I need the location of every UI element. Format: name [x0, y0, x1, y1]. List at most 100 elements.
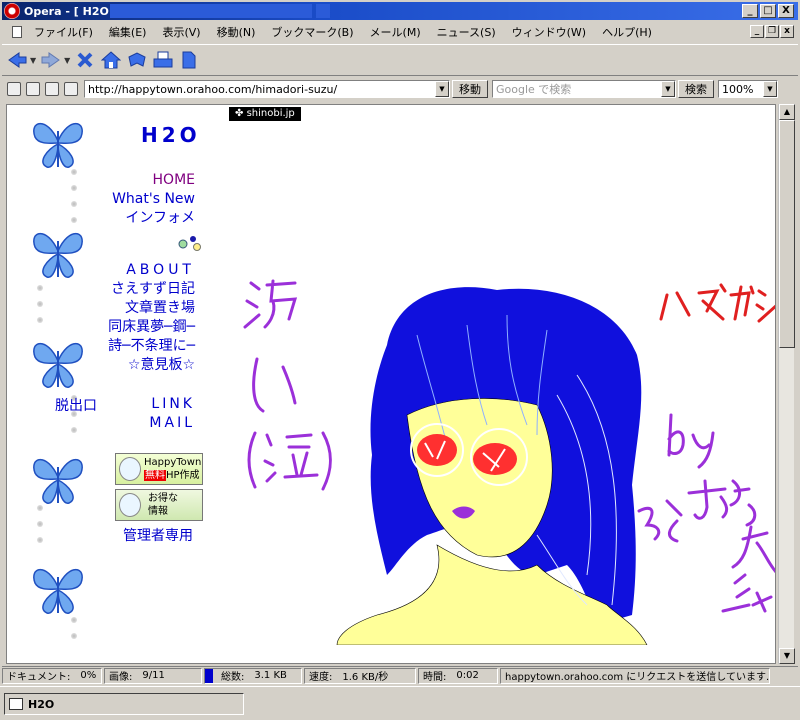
forward-history-arrow-icon[interactable]: ▼ — [64, 56, 70, 65]
status-time-value: 0:02 — [456, 670, 479, 681]
navigation-toolbar: ▼ ▼ — [2, 44, 798, 76]
search-engine-dropdown-icon[interactable]: ▼ — [661, 81, 675, 97]
status-images: 画像: 9/11 — [104, 667, 202, 684]
butterfly-icon — [33, 122, 83, 168]
search-placeholder: Google で検索 — [496, 83, 572, 96]
shinobi-banner[interactable]: ✤ shinobi.jp — [229, 107, 301, 121]
nav-about-link[interactable]: ABOUT — [108, 261, 195, 280]
happytown-logo-icon — [119, 457, 141, 481]
url-input[interactable]: http://happytown.orahoo.com/himadori-suz… — [84, 80, 450, 98]
maximize-button[interactable]: □ — [760, 4, 776, 18]
dot-chain — [71, 169, 81, 233]
nav-writings-link[interactable]: 文章置き場 — [108, 299, 195, 318]
menu-edit[interactable]: 編集(E) — [101, 24, 155, 40]
page-info-icon[interactable] — [64, 82, 78, 96]
hotlist-icon[interactable] — [126, 49, 148, 71]
status-speed-label: 速度: — [309, 672, 333, 683]
go-button[interactable]: 移動 — [452, 80, 488, 98]
exit-link[interactable]: 脱出口 — [55, 395, 97, 415]
status-speed-value: 1.6 KB/秒 — [342, 672, 389, 683]
minimize-button[interactable]: _ — [742, 4, 758, 18]
cookie-icon[interactable] — [26, 82, 40, 96]
back-history-arrow-icon[interactable]: ▼ — [30, 56, 36, 65]
menu-navigate[interactable]: 移動(N) — [209, 24, 264, 40]
deal-info-ad-banner[interactable]: お得な 情報 — [115, 489, 203, 521]
title-bar[interactable]: Opera - [ H2O ] _ □ X — [2, 2, 798, 20]
document-controls: _ ❐ x — [750, 25, 794, 38]
status-total: 総数: 3.1 KB — [204, 667, 302, 684]
url-text: http://happytown.orahoo.com/himadori-suz… — [88, 82, 338, 96]
menu-bookmarks[interactable]: ブックマーク(B) — [263, 24, 361, 40]
close-button[interactable]: X — [778, 4, 794, 18]
butterfly-icon — [33, 458, 83, 504]
security-icon[interactable] — [7, 82, 21, 96]
butterfly-icon — [33, 568, 83, 614]
nav-diary-link[interactable]: さえすず日記 — [108, 280, 195, 299]
scroll-down-arrow-icon[interactable]: ▼ — [779, 648, 795, 664]
menu-view[interactable]: 表示(V) — [154, 24, 208, 40]
ad2-top: お得な — [148, 493, 178, 504]
page-icon[interactable] — [45, 82, 59, 96]
menu-help[interactable]: ヘルプ(H) — [594, 24, 660, 40]
menu-mail[interactable]: メール(M) — [362, 24, 429, 40]
dot-chain — [37, 505, 47, 553]
document-icon[interactable] — [178, 49, 200, 71]
admin-link[interactable]: 管理者専用 — [123, 525, 193, 545]
deal-logo-icon — [119, 493, 141, 517]
happytown-ad-banner[interactable]: HappyTown 無料HP作成 — [115, 453, 203, 485]
status-total-label: 総数: — [221, 672, 245, 683]
nav-home-link[interactable]: HOME — [112, 171, 195, 190]
window-icon — [9, 698, 23, 710]
secondary-nav: ABOUT さえすず日記 文章置き場 同床異夢─鋼─ 詩─不条理に─ ☆意見板☆ — [108, 261, 195, 375]
ad2-bottom: 情報 — [148, 506, 168, 517]
zoom-dropdown-icon[interactable]: ▼ — [763, 81, 777, 97]
status-time-label: 時間: — [423, 672, 447, 683]
opera-icon — [4, 3, 20, 19]
back-icon[interactable] — [6, 49, 28, 71]
status-speed: 速度: 1.6 KB/秒 — [304, 667, 416, 684]
status-time: 時間: 0:02 — [418, 667, 498, 684]
zoom-select[interactable]: 100% ▼ — [718, 80, 778, 98]
doc-close-button[interactable]: x — [780, 25, 794, 38]
status-progress-bar — [205, 668, 213, 683]
nav-info-link[interactable]: インフォメ — [112, 209, 195, 228]
dot-chain — [37, 285, 47, 333]
nav-whats-new-link[interactable]: What's New — [112, 190, 195, 209]
menu-file[interactable]: ファイル(F) — [26, 24, 101, 40]
address-bar: http://happytown.orahoo.com/himadori-suz… — [2, 78, 798, 100]
page-document-icon — [12, 26, 22, 38]
print-icon[interactable] — [152, 49, 174, 71]
title-bar-highlight — [110, 4, 312, 18]
taskbar-window-label: H2O — [28, 697, 55, 711]
menu-window[interactable]: ウィンドウ(W) — [504, 24, 594, 40]
link-mail-nav: LINK MAIL — [149, 395, 195, 433]
search-input[interactable]: Google で検索 ▼ — [492, 80, 676, 98]
browser-window: Opera - [ H2O ] _ □ X ファイル(F) 編集(E) 表示(V… — [0, 0, 800, 720]
forward-icon[interactable] — [40, 49, 62, 71]
nav-poems-link[interactable]: 詩─不条理に─ — [108, 337, 195, 356]
nav-bbs-link[interactable]: ☆意見板☆ — [108, 356, 195, 375]
ad1-free-badge: 無料 — [144, 470, 166, 481]
taskbar-window-button[interactable]: H2O — [4, 693, 244, 715]
ad-text: お得な 情報 — [148, 492, 178, 518]
search-button[interactable]: 検索 — [678, 80, 714, 98]
ad-text: HappyTown 無料HP作成 — [144, 456, 201, 482]
scroll-up-arrow-icon[interactable]: ▲ — [779, 104, 795, 120]
window-controls: _ □ X — [742, 4, 794, 18]
menu-news[interactable]: ニュース(S) — [429, 24, 504, 40]
nav-fullmetal-link[interactable]: 同床異夢─鋼─ — [108, 318, 195, 337]
window-title: Opera - [ H2O ] — [24, 4, 118, 18]
nav-mail-link[interactable]: MAIL — [149, 414, 195, 433]
doc-minimize-button[interactable]: _ — [750, 25, 764, 38]
vertical-scrollbar[interactable]: ▲ ▼ — [778, 104, 795, 664]
doc-restore-button[interactable]: ❐ — [765, 25, 779, 38]
url-dropdown-icon[interactable]: ▼ — [435, 81, 449, 97]
butterfly-icon — [33, 342, 83, 388]
site-title: H2O — [141, 123, 201, 147]
nav-link-link[interactable]: LINK — [149, 395, 195, 414]
stop-icon[interactable] — [74, 49, 96, 71]
home-icon[interactable] — [100, 49, 122, 71]
status-document-label: ドキュメント: — [7, 672, 71, 683]
status-document: ドキュメント: 0% — [2, 667, 102, 684]
scroll-thumb[interactable] — [779, 120, 795, 348]
